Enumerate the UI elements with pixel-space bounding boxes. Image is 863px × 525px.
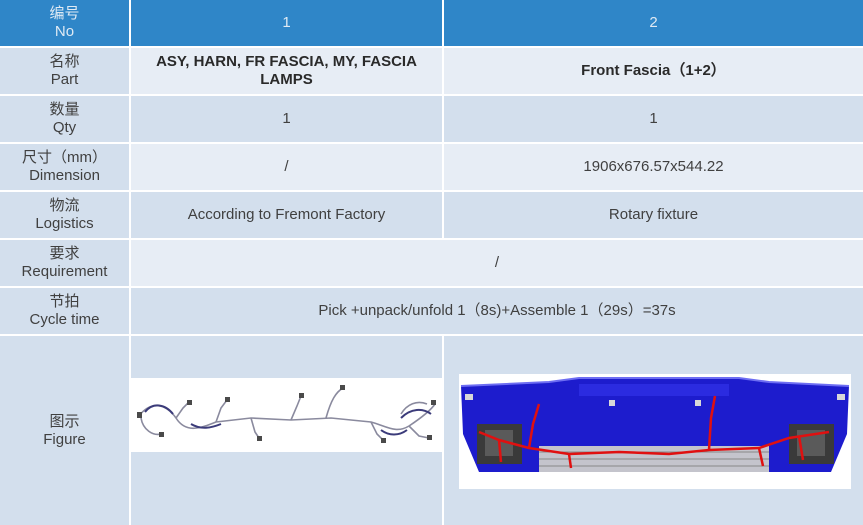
- qty-col2: 1: [444, 96, 863, 142]
- harness-drawing: [137, 385, 436, 443]
- header-label-en: No: [54, 23, 75, 40]
- header-label-cn: 编号: [49, 5, 80, 22]
- dimension-col1: /: [131, 144, 442, 190]
- cycle-label-cell: 节拍 Cycle time: [0, 288, 129, 334]
- header-col1: 1: [131, 0, 442, 46]
- requirement-label-cell: 要求 Requirement: [0, 240, 129, 286]
- header-label-cell: 编号 No: [0, 0, 129, 46]
- dimension-col2: 1906x676.57x544.22: [444, 144, 863, 190]
- fascia-drawing: [459, 377, 851, 489]
- dimension-label-cell: 尺寸（mm） Dimension: [0, 144, 129, 190]
- requirement-value: /: [131, 240, 863, 286]
- qty-label-cell: 数量 Qty: [0, 96, 129, 142]
- spec-table: 编号 No 1 2 名称 Part ASY, HARN, FR FASCIA, …: [0, 0, 863, 525]
- part-col1: ASY, HARN, FR FASCIA, MY, FASCIA LAMPS: [131, 48, 442, 94]
- logistics-col2: Rotary fixture: [444, 192, 863, 238]
- part-label-cell: 名称 Part: [0, 48, 129, 94]
- logistics-col1: According to Fremont Factory: [131, 192, 442, 238]
- cycle-value: Pick +unpack/unfold 1（8s)+Assemble 1（29s…: [131, 288, 863, 334]
- qty-col1: 1: [131, 96, 442, 142]
- fascia-image: [459, 374, 851, 489]
- figure-label-cell: 图示 Figure: [0, 336, 129, 525]
- header-col2: 2: [444, 0, 863, 46]
- part-col2: Front Fascia（1+2）: [444, 48, 863, 94]
- logistics-label-cell: 物流 Logistics: [0, 192, 129, 238]
- harness-image: [131, 378, 442, 452]
